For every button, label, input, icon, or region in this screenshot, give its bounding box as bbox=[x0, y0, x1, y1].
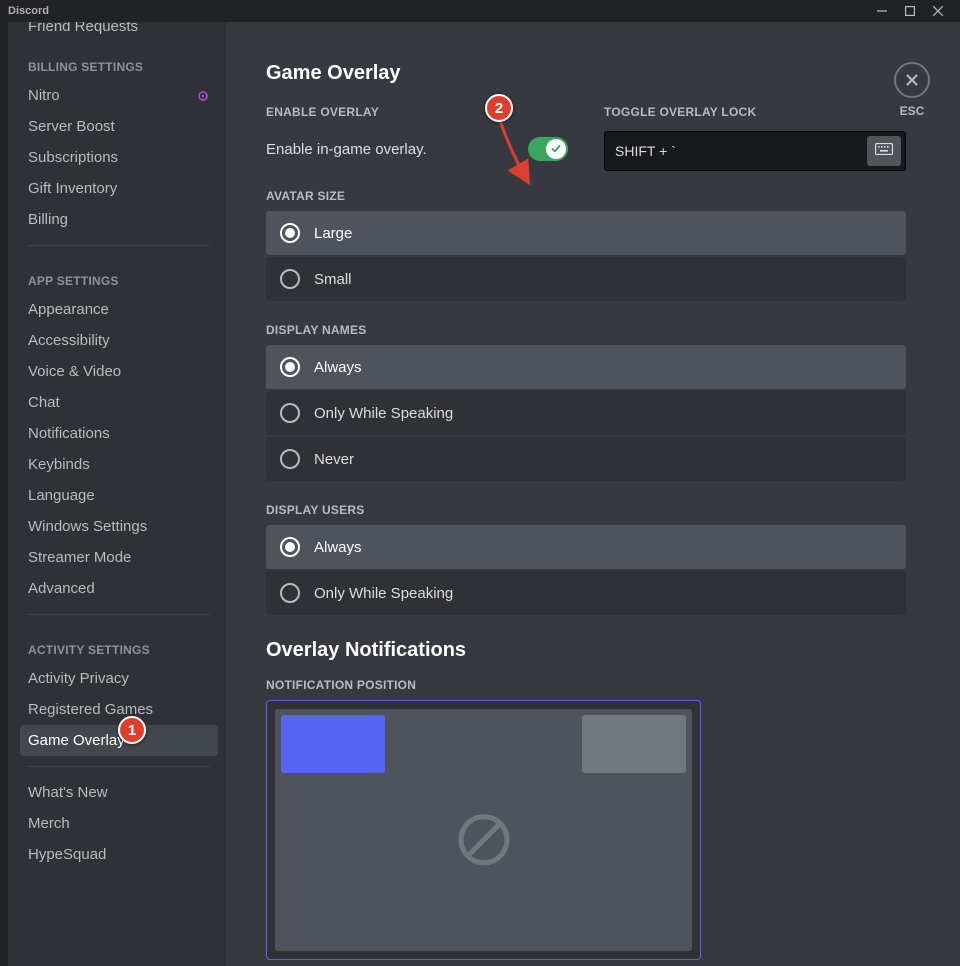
sidebar-item-server-boost[interactable]: Server Boost bbox=[20, 111, 218, 142]
sidebar-item-appearance[interactable]: Appearance bbox=[20, 294, 218, 325]
sidebar-header-activity: ACTIVITY SETTINGS bbox=[20, 625, 218, 663]
titlebar: Discord bbox=[0, 0, 960, 22]
sidebar-item-gift-inventory[interactable]: Gift Inventory bbox=[20, 173, 218, 204]
enable-overlay-section: ENABLE OVERLAY Enable in-game overlay. bbox=[266, 105, 568, 171]
display-names-label: DISPLAY NAMES bbox=[266, 323, 906, 337]
avatar-size-label: AVATAR SIZE bbox=[266, 189, 906, 203]
display-names-group: Always Only While Speaking Never bbox=[266, 345, 906, 481]
window-controls bbox=[868, 0, 952, 22]
avatar-size-group: Large Small bbox=[266, 211, 906, 301]
position-top-right[interactable] bbox=[582, 715, 686, 773]
sidebar-item-billing[interactable]: Billing bbox=[20, 204, 218, 235]
radio-names-always[interactable]: Always bbox=[266, 345, 906, 389]
sidebar-item-accessibility[interactable]: Accessibility bbox=[20, 325, 218, 356]
radio-icon bbox=[280, 583, 300, 603]
app-window: Discord Friend Requests BILLING SETTINGS… bbox=[0, 0, 960, 966]
radio-names-speaking[interactable]: Only While Speaking bbox=[266, 391, 906, 435]
radio-names-never[interactable]: Never bbox=[266, 437, 906, 481]
enable-overlay-text: Enable in-game overlay. bbox=[266, 141, 427, 158]
display-users-group: Always Only While Speaking bbox=[266, 525, 906, 615]
sidebar-item-windows-settings[interactable]: Windows Settings bbox=[20, 511, 218, 542]
keybind-value: SHIFT + ` bbox=[605, 143, 863, 159]
enable-lock-row: ENABLE OVERLAY Enable in-game overlay. T… bbox=[266, 105, 906, 171]
sidebar-header-app: APP SETTINGS bbox=[20, 256, 218, 294]
annotation-2: 2 bbox=[485, 94, 513, 122]
divider bbox=[28, 614, 210, 615]
guild-strip bbox=[0, 22, 8, 966]
maximize-button[interactable] bbox=[896, 0, 924, 22]
sidebar-item-keybinds[interactable]: Keybinds bbox=[20, 449, 218, 480]
divider bbox=[28, 766, 210, 767]
titlebar-title: Discord bbox=[8, 5, 868, 17]
radio-users-always[interactable]: Always bbox=[266, 525, 906, 569]
position-top-left[interactable] bbox=[281, 715, 385, 773]
sidebar-item-language[interactable]: Language bbox=[20, 480, 218, 511]
sidebar-item-activity-privacy[interactable]: Activity Privacy bbox=[20, 663, 218, 694]
sidebar-item-subscriptions[interactable]: Subscriptions bbox=[20, 142, 218, 173]
display-users-label: DISPLAY USERS bbox=[266, 503, 906, 517]
radio-avatar-large[interactable]: Large bbox=[266, 211, 906, 255]
sidebar-item-nitro[interactable]: Nitro bbox=[20, 80, 218, 111]
notification-position-canvas bbox=[275, 709, 692, 951]
toggle-lock-section: TOGGLE OVERLAY LOCK SHIFT + ` bbox=[604, 105, 906, 171]
keybind-input[interactable]: SHIFT + ` bbox=[604, 131, 906, 171]
radio-icon bbox=[280, 403, 300, 423]
sidebar-item-advanced[interactable]: Advanced bbox=[20, 573, 218, 604]
overlay-notifications-title: Overlay Notifications bbox=[266, 639, 906, 662]
enable-overlay-label: ENABLE OVERLAY bbox=[266, 105, 568, 119]
toggle-lock-label: TOGGLE OVERLAY LOCK bbox=[604, 105, 906, 119]
settings-main[interactable]: ESC Game Overlay ENABLE OVERLAY Enable i… bbox=[226, 22, 960, 966]
radio-users-speaking[interactable]: Only While Speaking bbox=[266, 571, 906, 615]
radio-icon bbox=[280, 223, 300, 243]
radio-icon bbox=[280, 269, 300, 289]
sidebar-item-streamer-mode[interactable]: Streamer Mode bbox=[20, 542, 218, 573]
sidebar-item-merch[interactable]: Merch bbox=[20, 808, 218, 839]
minimize-button[interactable] bbox=[868, 0, 896, 22]
notification-position-picker bbox=[266, 700, 701, 960]
app-body: Friend Requests BILLING SETTINGS Nitro S… bbox=[0, 22, 960, 966]
radio-icon bbox=[280, 357, 300, 377]
sidebar-item-chat[interactable]: Chat bbox=[20, 387, 218, 418]
sidebar-item-friend-requests[interactable]: Friend Requests bbox=[20, 22, 218, 42]
main-inner: Game Overlay ENABLE OVERLAY Enable in-ga… bbox=[226, 22, 946, 966]
toggle-knob bbox=[546, 139, 566, 159]
sidebar-item-registered-games[interactable]: Registered Games bbox=[20, 694, 218, 725]
radio-icon bbox=[280, 537, 300, 557]
position-disabled-icon[interactable] bbox=[456, 812, 512, 873]
radio-icon bbox=[280, 449, 300, 469]
sidebar-item-hypesquad[interactable]: HypeSquad bbox=[20, 839, 218, 870]
keyboard-icon bbox=[875, 142, 893, 160]
sidebar-item-whats-new[interactable]: What's New bbox=[20, 777, 218, 808]
sidebar-header-billing: BILLING SETTINGS bbox=[20, 42, 218, 80]
radio-avatar-small[interactable]: Small bbox=[266, 257, 906, 301]
enable-overlay-toggle[interactable] bbox=[528, 137, 568, 161]
sidebar-item-voice-video[interactable]: Voice & Video bbox=[20, 356, 218, 387]
sidebar-item-notifications[interactable]: Notifications bbox=[20, 418, 218, 449]
close-button[interactable] bbox=[924, 0, 952, 22]
divider bbox=[28, 245, 210, 246]
keybind-record-button[interactable] bbox=[867, 136, 901, 166]
settings-sidebar[interactable]: Friend Requests BILLING SETTINGS Nitro S… bbox=[8, 22, 226, 966]
page-title: Game Overlay bbox=[266, 62, 906, 85]
annotation-1: 1 bbox=[118, 716, 146, 744]
nitro-badge-icon bbox=[196, 89, 210, 103]
notification-position-label: NOTIFICATION POSITION bbox=[266, 678, 906, 692]
